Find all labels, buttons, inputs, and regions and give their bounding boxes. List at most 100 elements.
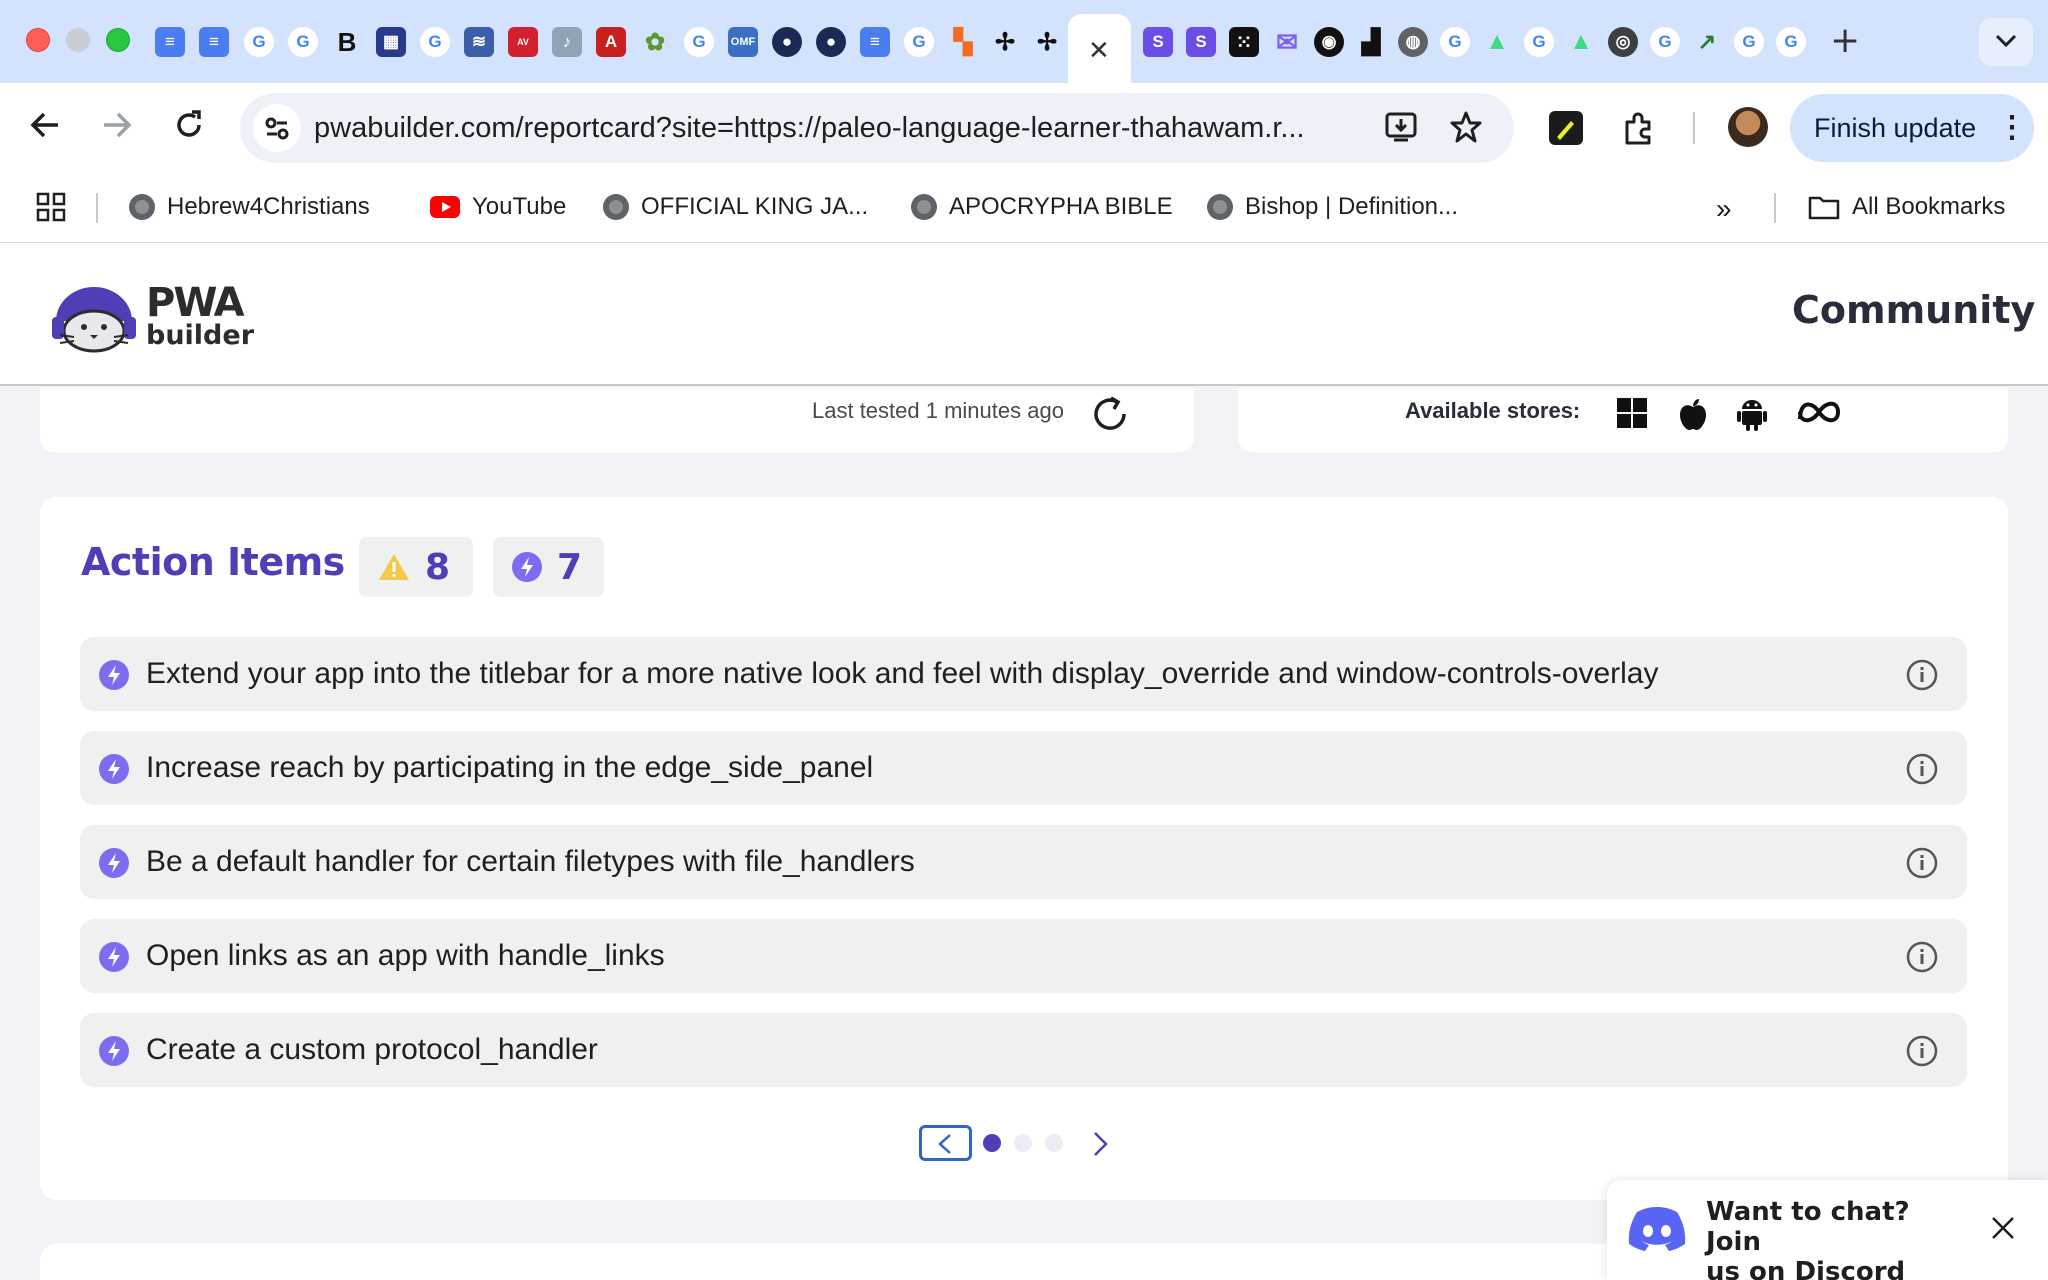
youtube-icon: [430, 196, 460, 218]
close-tab-icon[interactable]: ✕: [1088, 36, 1110, 66]
retest-refresh-icon[interactable]: [1090, 394, 1130, 434]
tab-google-icon[interactable]: G: [684, 27, 714, 57]
tab-google-icon[interactable]: G: [1524, 27, 1554, 57]
profile-avatar[interactable]: [1728, 107, 1768, 147]
tab-google-icon[interactable]: G: [244, 27, 274, 57]
feature-count-pill[interactable]: 7: [493, 537, 604, 597]
tab-google-icon[interactable]: G: [288, 27, 318, 57]
bookmark-item[interactable]: Bishop | Definition...: [1207, 193, 1458, 221]
tab-docs-icon[interactable]: ≡: [860, 27, 890, 57]
tab-google-icon[interactable]: G: [420, 27, 450, 57]
tab-seal-icon[interactable]: ●: [772, 27, 802, 57]
bookmark-star-icon[interactable]: [1449, 110, 1483, 144]
info-icon[interactable]: [1906, 847, 1938, 879]
bookmarks-divider: [1774, 193, 1776, 223]
tab-google-icon[interactable]: G: [1440, 27, 1470, 57]
info-icon[interactable]: [1906, 659, 1938, 691]
android-icon: [1737, 400, 1767, 431]
tab-docs-icon[interactable]: ≡: [155, 27, 185, 57]
pager-dot-active[interactable]: [983, 1134, 1001, 1152]
tab-chrome-icon[interactable]: ◎: [1608, 27, 1638, 57]
tab-android-icon[interactable]: ▲: [1482, 27, 1512, 57]
pager-previous-button[interactable]: [919, 1125, 972, 1161]
logo-wordmark-sub[interactable]: builder: [146, 320, 254, 351]
active-tab[interactable]: ✕: [1068, 14, 1131, 83]
action-item-row[interactable]: Extend your app into the titlebar for a …: [80, 637, 1967, 711]
info-icon[interactable]: [1906, 1035, 1938, 1067]
tab-irs-icon[interactable]: ▦: [376, 27, 406, 57]
tab-google-icon[interactable]: G: [1734, 27, 1764, 57]
chevron-right-icon[interactable]: [1090, 1131, 1110, 1157]
bookmark-item[interactable]: Hebrew4Christians: [129, 193, 370, 221]
minimize-window-button[interactable]: [66, 28, 90, 52]
tab-site-icon[interactable]: ✢: [1032, 27, 1062, 57]
info-icon[interactable]: [1906, 753, 1938, 785]
tab-s-icon[interactable]: S: [1143, 27, 1173, 57]
nav-community-link[interactable]: Community: [1792, 288, 2035, 332]
tab-usps-icon[interactable]: ≋: [464, 27, 494, 57]
warning-count: 8: [425, 546, 451, 588]
windows-icon: [1617, 398, 1647, 428]
finish-update-button[interactable]: Finish update ⋮: [1790, 94, 2034, 162]
tab-omf-icon[interactable]: OMF: [728, 27, 758, 57]
apps-grid-icon[interactable]: [36, 192, 66, 222]
tab-pdf-icon[interactable]: A: [596, 27, 626, 57]
tab-site-icon[interactable]: ♪: [552, 27, 582, 57]
extensions-puzzle-icon[interactable]: [1621, 110, 1657, 146]
tab-gecko-icon[interactable]: ✿: [640, 27, 670, 57]
tab-site-icon[interactable]: ▚: [948, 27, 978, 57]
bookmark-label: OFFICIAL KING JA...: [641, 193, 869, 220]
all-bookmarks-button[interactable]: All Bookmarks: [1808, 193, 2005, 221]
discord-icon[interactable]: [1627, 1206, 1687, 1252]
pager-dot[interactable]: [1014, 1134, 1032, 1152]
action-item-text: Be a default handler for certain filetyp…: [146, 845, 915, 878]
url-text[interactable]: pwabuilder.com/reportcard?site=https://p…: [314, 112, 1344, 145]
meta-icon: [1798, 401, 1841, 423]
info-icon[interactable]: [1906, 941, 1938, 973]
close-icon[interactable]: [1990, 1215, 2016, 1241]
pager-dot[interactable]: [1045, 1134, 1063, 1152]
tab-seal-icon[interactable]: ●: [816, 27, 846, 57]
new-tab-button[interactable]: +: [1830, 20, 1860, 61]
tab-google-icon[interactable]: G: [1650, 27, 1680, 57]
tab-mail-icon[interactable]: ✉: [1272, 27, 1302, 57]
tab-site-icon[interactable]: ✢: [990, 27, 1020, 57]
tab-google-icon[interactable]: G: [904, 27, 934, 57]
site-info-button[interactable]: [253, 104, 301, 152]
tab-site-icon[interactable]: ▟: [1356, 27, 1386, 57]
tab-avery-icon[interactable]: AV: [508, 27, 538, 57]
tab-google-icon[interactable]: G: [1776, 27, 1806, 57]
tab-docs-icon[interactable]: ≡: [199, 27, 229, 57]
action-item-row[interactable]: Be a default handler for certain filetyp…: [80, 825, 1967, 899]
close-window-button[interactable]: [26, 28, 50, 52]
warning-count-pill[interactable]: 8: [359, 537, 473, 597]
finish-update-label: Finish update: [1814, 113, 1977, 143]
reload-icon[interactable]: [172, 108, 206, 142]
bookmark-item[interactable]: OFFICIAL KING JA...: [603, 193, 868, 221]
action-item-row[interactable]: Open links as an app with handle_links: [80, 919, 1967, 993]
forward-icon[interactable]: [100, 108, 134, 142]
tab-search-button[interactable]: [1979, 18, 2033, 66]
action-item-row[interactable]: Create a custom protocol_handler: [80, 1013, 1967, 1087]
bookmark-item[interactable]: APOCRYPHA BIBLE: [911, 193, 1173, 221]
tab-s-icon[interactable]: S: [1186, 27, 1216, 57]
tab-b-icon[interactable]: B: [332, 27, 362, 57]
tab-github-icon[interactable]: ◉: [1314, 27, 1344, 57]
tab-dice-icon[interactable]: ⁙: [1229, 27, 1259, 57]
last-tested-text: Last tested 1 minutes ago: [812, 398, 1064, 423]
maximize-window-button[interactable]: [106, 28, 130, 52]
tab-android-icon[interactable]: ▲: [1566, 27, 1596, 57]
discord-link[interactable]: Discord: [1794, 1257, 1905, 1280]
bookmark-item[interactable]: YouTube: [430, 193, 566, 221]
site-header: [0, 243, 2048, 386]
bookmarks-divider: [96, 193, 98, 223]
install-app-icon[interactable]: [1384, 110, 1418, 144]
lightning-bolt-icon: [99, 848, 129, 878]
extension-pen-icon[interactable]: [1549, 111, 1583, 145]
back-icon[interactable]: [28, 108, 62, 142]
tab-globe-icon[interactable]: ◍: [1398, 27, 1428, 57]
more-menu-icon[interactable]: ⋮: [1997, 110, 2027, 145]
tab-chart-icon[interactable]: ↗: [1692, 27, 1722, 57]
action-item-row[interactable]: Increase reach by participating in the e…: [80, 731, 1967, 805]
more-bookmarks-button[interactable]: »: [1716, 193, 1732, 225]
